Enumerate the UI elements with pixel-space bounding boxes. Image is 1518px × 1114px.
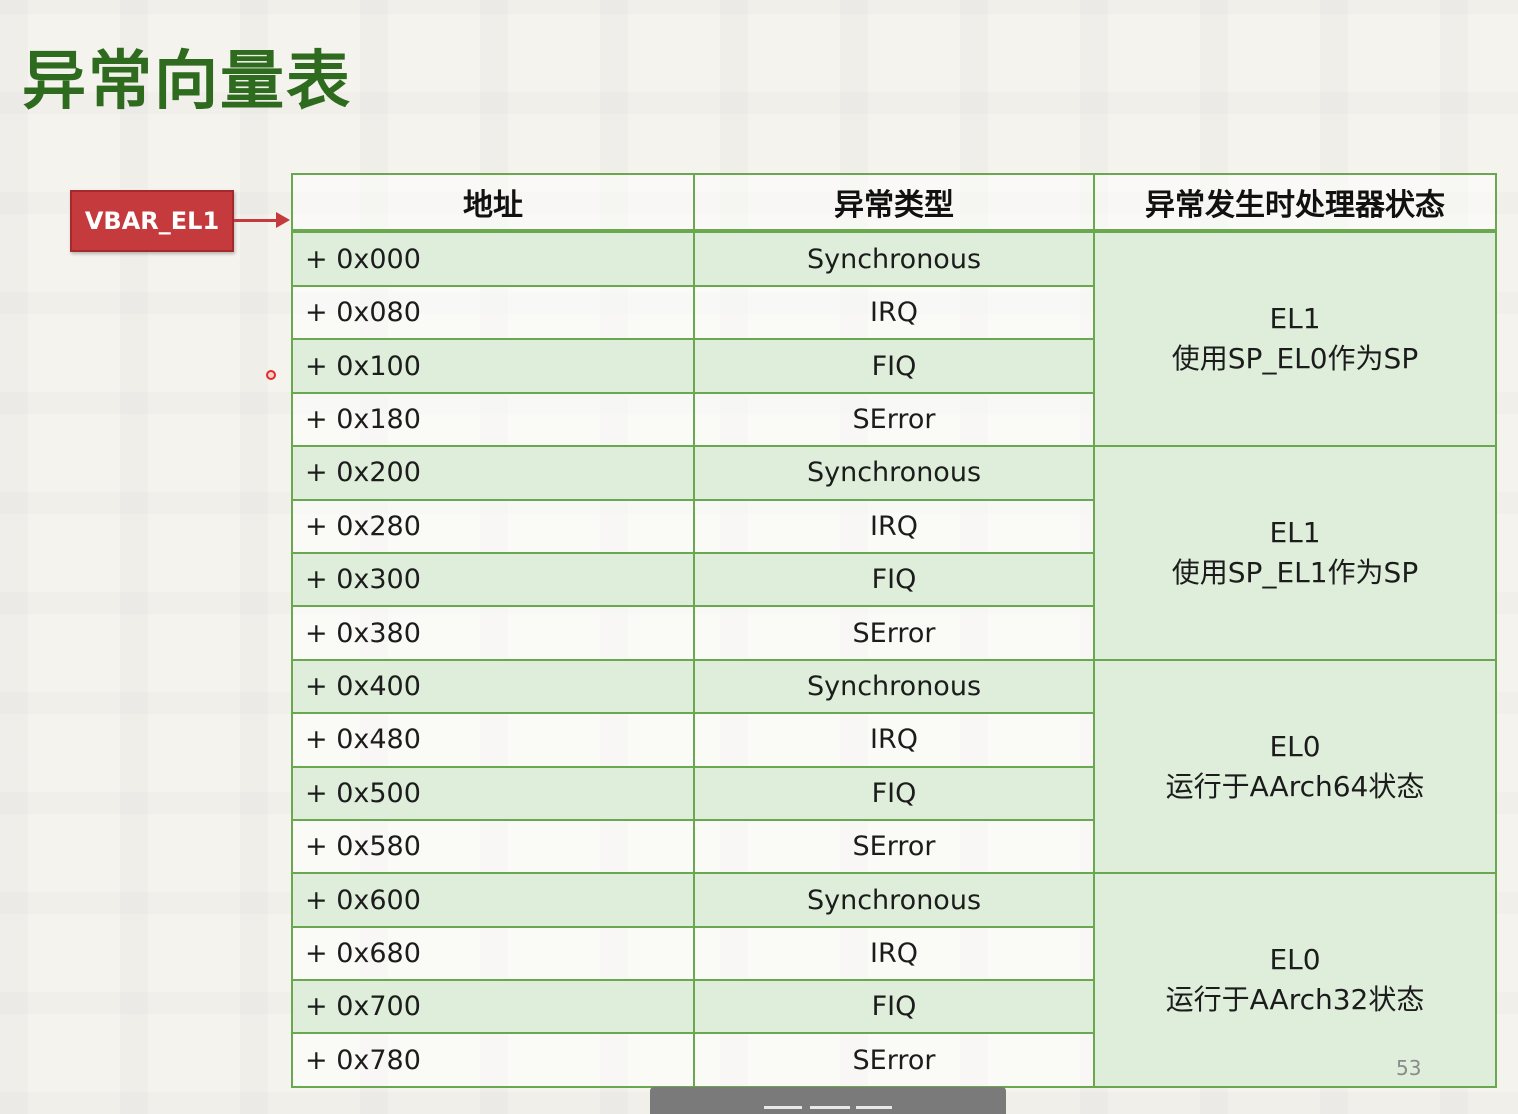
exception-type-cell: Synchronous (693, 658, 1095, 715)
address-cell: + 0x280 (291, 498, 695, 554)
page-number: 53 (1396, 1056, 1422, 1080)
toolbar-dash-icon (764, 1106, 802, 1109)
address-cell: + 0x600 (291, 872, 695, 928)
processor-state-cell: EL1 使用SP_EL1作为SP (1093, 445, 1497, 661)
exception-type-cell: Synchronous (693, 445, 1095, 501)
address-cell: + 0x080 (291, 285, 695, 341)
exception-type-cell: IRQ (693, 285, 1095, 341)
exception-type-cell: Synchronous (693, 229, 1095, 288)
exception-type-cell: SError (693, 1032, 1095, 1088)
toolbar-dash-icon (856, 1106, 892, 1109)
toolbar-expand-icon[interactable] (810, 1106, 850, 1109)
address-cell: + 0x000 (291, 229, 695, 288)
state-level: EL0 (1269, 729, 1321, 763)
presentation-toolbar[interactable] (650, 1087, 1006, 1114)
exception-type-cell: SError (693, 391, 1095, 448)
exception-type-cell: FIQ (693, 979, 1095, 1035)
address-cell: + 0x680 (291, 925, 695, 982)
address-cell: + 0x480 (291, 712, 695, 768)
state-description: 运行于AArch64状态 (1165, 769, 1425, 803)
header-exception-type: 异常类型 (693, 173, 1095, 233)
state-description: 使用SP_EL1作为SP (1171, 555, 1419, 589)
state-description: 运行于AArch32状态 (1165, 983, 1425, 1017)
address-cell: + 0x500 (291, 765, 695, 821)
address-cell: + 0x200 (291, 445, 695, 501)
table-row: + 0x200 Synchronous EL1 使用SP_EL1作为SP (291, 445, 1497, 661)
exception-type-cell: IRQ (693, 925, 1095, 982)
exception-type-cell: SError (693, 605, 1095, 661)
processor-state-cell: EL1 使用SP_EL0作为SP (1093, 229, 1497, 448)
slide-title: 异常向量表 (22, 45, 352, 119)
state-level: EL1 (1269, 515, 1321, 549)
vector-table: 地址 异常类型 异常发生时处理器状态 + 0x000 Synchronous E… (291, 173, 1497, 1088)
exception-type-cell: FIQ (693, 551, 1095, 608)
address-cell: + 0x700 (291, 979, 695, 1035)
state-level: EL0 (1269, 943, 1321, 977)
address-cell: + 0x180 (291, 391, 695, 448)
address-cell: + 0x400 (291, 658, 695, 715)
pointer-arrow-line (234, 219, 278, 222)
exception-type-cell: IRQ (693, 498, 1095, 554)
exception-type-cell: FIQ (693, 338, 1095, 394)
header-processor-state: 异常发生时处理器状态 (1093, 173, 1497, 233)
state-description: 使用SP_EL0作为SP (1171, 342, 1419, 376)
address-cell: + 0x380 (291, 605, 695, 661)
exception-type-cell: FIQ (693, 765, 1095, 821)
address-cell: + 0x300 (291, 551, 695, 608)
table-row: + 0x600 Synchronous EL0 运行于AArch32状态 (291, 872, 1497, 1088)
laser-pointer-icon (266, 370, 276, 380)
exception-type-cell: SError (693, 818, 1095, 875)
table-row: + 0x000 Synchronous EL1 使用SP_EL0作为SP (291, 229, 1497, 448)
address-cell: + 0x580 (291, 818, 695, 875)
arrow-right-icon (276, 212, 290, 228)
processor-state-cell: EL0 运行于AArch64状态 (1093, 658, 1497, 875)
vbar-el1-label: VBAR_EL1 (70, 190, 234, 252)
exception-type-cell: Synchronous (693, 872, 1095, 928)
exception-type-cell: IRQ (693, 712, 1095, 768)
processor-state-cell: EL0 运行于AArch32状态 (1093, 872, 1497, 1088)
table-row: + 0x400 Synchronous EL0 运行于AArch64状态 (291, 658, 1497, 875)
state-level: EL1 (1269, 302, 1321, 336)
address-cell: + 0x780 (291, 1032, 695, 1088)
address-cell: + 0x100 (291, 338, 695, 394)
header-address: 地址 (291, 173, 695, 233)
table-header-row: 地址 异常类型 异常发生时处理器状态 (291, 173, 1497, 233)
